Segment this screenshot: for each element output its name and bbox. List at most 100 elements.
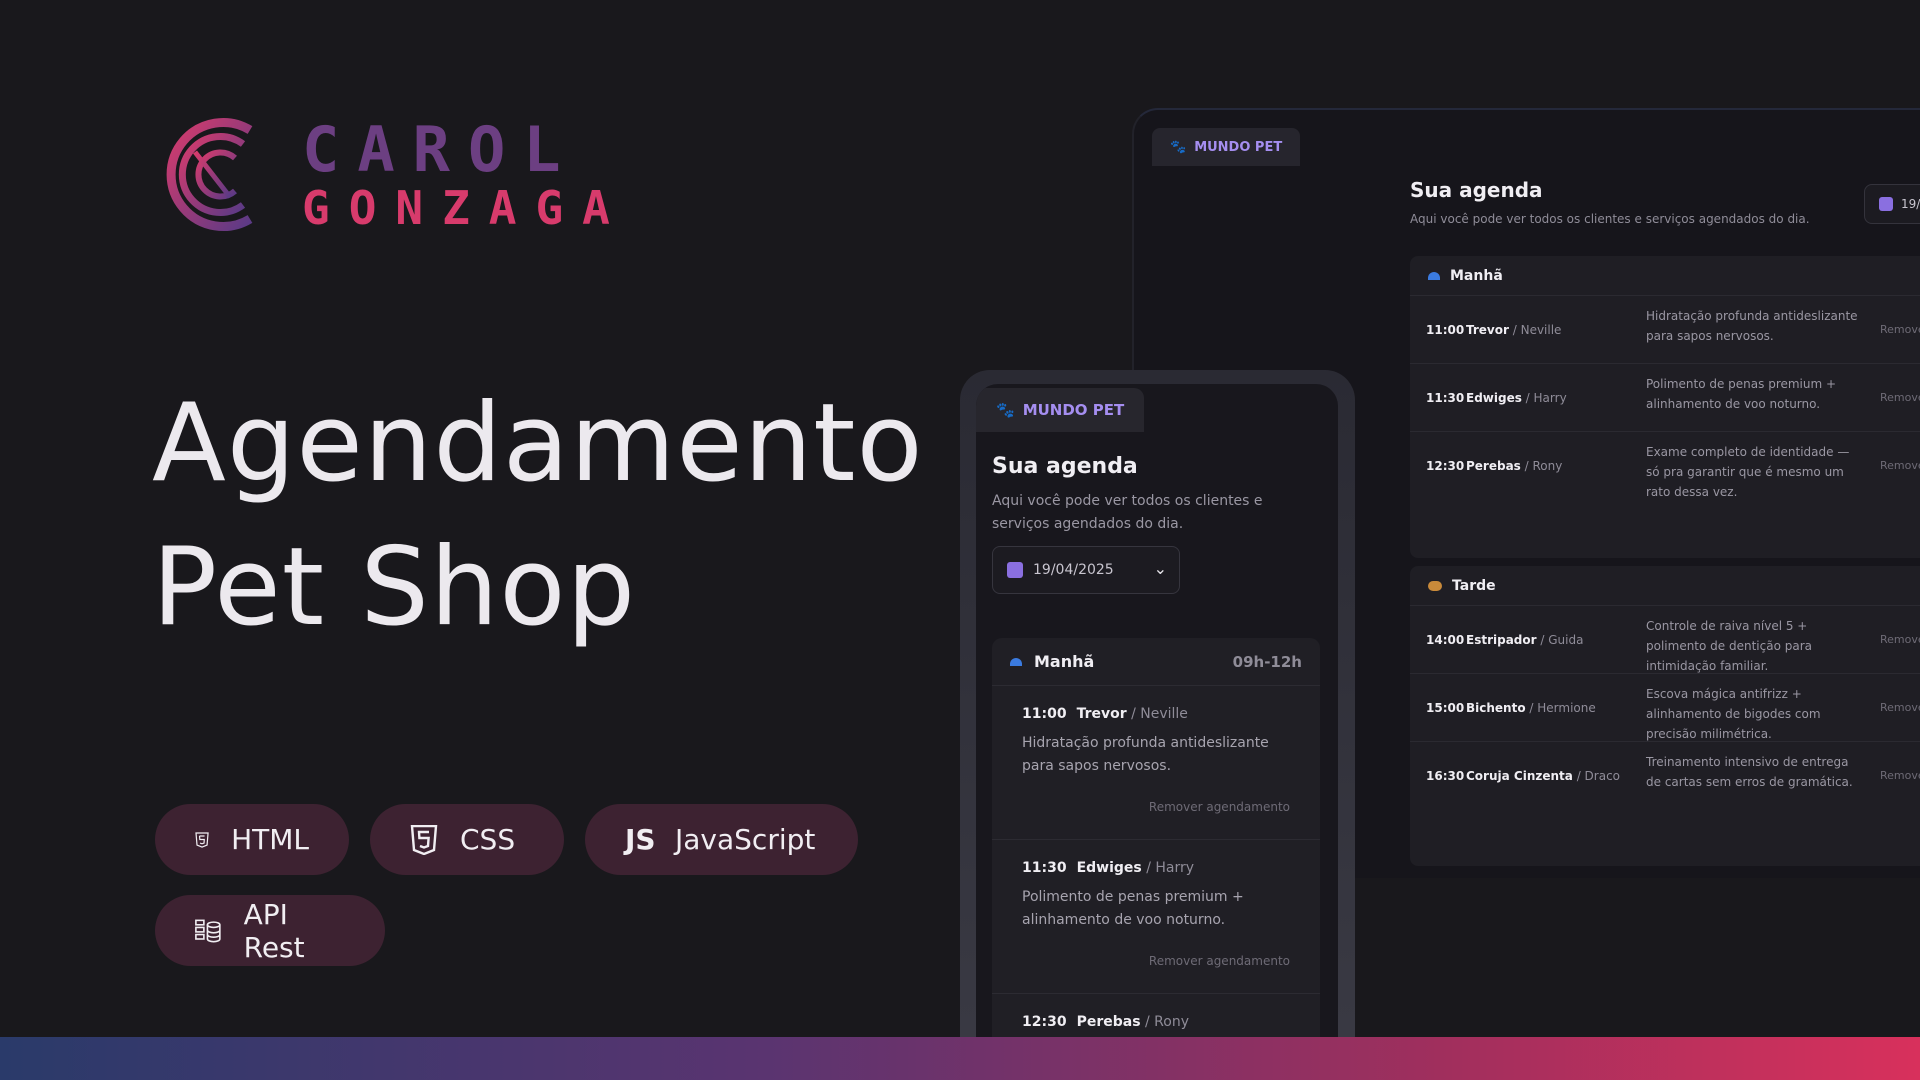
appointment-client: Coruja Cinzenta / Draco <box>1466 769 1620 783</box>
appointment-client: Perebas / Rony <box>1466 459 1562 473</box>
bottom-gradient-bar <box>0 1037 1920 1080</box>
agenda-title: Sua agenda <box>1410 178 1543 202</box>
appointment-client: Estripador / Guida <box>1466 633 1583 647</box>
appointment-row: 11:00 Trevor / Neville Hidratação profunda… <box>1410 296 1920 364</box>
brand-logo: CAROL GONZAGA <box>155 112 629 237</box>
appointment-row: 11:30 Edwiges / Harry Polimento de penas p… <box>992 840 1320 994</box>
js-icon: JS <box>625 823 656 856</box>
appointment-time: 11:30 <box>1022 860 1067 876</box>
appointment-row: 12:30 Perebas / Rony Exame completo de ide… <box>1410 432 1920 500</box>
remove-appointment-link[interactable]: Remover <box>1880 459 1920 472</box>
remove-appointment-link[interactable]: Remover <box>1880 633 1920 646</box>
owner-name: / Harry <box>1141 860 1195 876</box>
remove-appointment-link[interactable]: Remover <box>1880 323 1920 336</box>
morning-section: Manhã 09h-12h 11:00 Trevor / Neville Hidra… <box>992 638 1320 1038</box>
agenda-title: Sua agenda <box>992 454 1138 479</box>
tech-label: JavaScript <box>675 823 816 856</box>
tech-pill-api-rest: API Rest <box>155 895 385 966</box>
date-picker[interactable]: 19/04/2025 ⌄ <box>992 546 1180 594</box>
app-brand-badge: 🐾 MUNDO PET <box>1152 128 1301 166</box>
appointment-service: Exame completo de identidade — só pra ga… <box>1646 445 1850 499</box>
appointment-time: 14:00 <box>1426 633 1465 647</box>
appointment-service: Polimento de penas premium + alinhamento… <box>1646 377 1837 411</box>
chevron-down-icon: ⌄ <box>1153 559 1167 578</box>
sunrise-icon <box>1428 271 1440 280</box>
appointment-row: 11:00 Trevor / Neville Hidratação profunda… <box>992 686 1320 840</box>
afternoon-section: Tarde 14:00 Estripador / Guida Controle de… <box>1410 566 1920 866</box>
brand-label: MUNDO PET <box>1194 139 1283 155</box>
appointment-client: Bichento / Hermione <box>1466 701 1596 715</box>
morning-header: Manhã 09h-12h <box>992 638 1320 686</box>
owner-name: / Rony <box>1140 1014 1189 1030</box>
calendar-icon <box>1879 197 1893 211</box>
cloud-sun-icon <box>1428 580 1442 591</box>
tech-label: HTML <box>231 823 309 856</box>
pet-name: Edwiges <box>1466 391 1522 405</box>
appointment-client: 12:30 Perebas / Rony <box>1022 1014 1290 1030</box>
paw-icon: 🐾 <box>996 401 1015 419</box>
appointment-client: Edwiges / Harry <box>1466 391 1567 405</box>
remove-appointment-link[interactable]: Remover agendamento <box>1149 954 1290 968</box>
owner-name: / Draco <box>1572 769 1621 783</box>
appointment-time: 11:00 <box>1022 706 1067 722</box>
app-brand-badge: 🐾 MUNDO PET <box>976 388 1145 432</box>
sunrise-icon <box>1010 657 1022 666</box>
tech-pill-css: CSS <box>370 804 564 875</box>
owner-name: / Guida <box>1536 633 1584 647</box>
page-title: Agendamento Pet Shop <box>152 372 924 660</box>
appointment-service: Hidratação profunda antideslizante para … <box>1646 309 1858 343</box>
morning-header: Manhã <box>1410 256 1920 296</box>
appointment-row: 12:30 Perebas / Rony <box>992 994 1320 1038</box>
owner-name: / Hermione <box>1525 701 1596 715</box>
appointment-row: 14:00 Estripador / Guida Controle de raiva… <box>1410 606 1920 674</box>
appointment-time: 16:30 <box>1426 769 1465 783</box>
appointment-client: Trevor / Neville <box>1466 323 1561 337</box>
pet-name: Trevor <box>1076 706 1127 722</box>
appointment-row: 11:30 Edwiges / Harry Polimento de penas p… <box>1410 364 1920 432</box>
appointment-service: Polimento de penas premium + alinhamento… <box>1022 889 1244 928</box>
agenda-subtitle: Aqui você pode ver todos os clientes e s… <box>992 493 1263 532</box>
pet-name: Trevor <box>1466 323 1509 337</box>
appointment-service: Escova mágica antifrizz + alinhamento de… <box>1646 687 1821 741</box>
appointment-time: 11:00 <box>1426 323 1465 337</box>
remove-appointment-link[interactable]: Remover <box>1880 701 1920 714</box>
agenda-subtitle: Aqui você pode ver todos os clientes e s… <box>1410 212 1810 226</box>
date-value: 19/04/2025 <box>1033 562 1114 578</box>
morning-section: Manhã 11:00 Trevor / Neville Hidratação pr… <box>1410 256 1920 558</box>
tech-pill-javascript: JS JavaScript <box>585 804 858 875</box>
appointment-row: 16:30 Coruja Cinzenta / Draco Treinamento … <box>1410 742 1920 810</box>
calendar-icon <box>1007 562 1023 578</box>
database-icon <box>195 919 221 942</box>
appointment-client: 11:30 Edwiges / Harry <box>1022 860 1290 876</box>
tech-label: CSS <box>460 823 516 856</box>
appointment-time: 12:30 <box>1426 459 1465 473</box>
afternoon-header: Tarde <box>1410 566 1920 606</box>
pet-name: Coruja Cinzenta <box>1466 769 1573 783</box>
appointment-time: 11:30 <box>1426 391 1465 405</box>
html5-icon <box>195 831 209 848</box>
pet-name: Bichento <box>1466 701 1526 715</box>
owner-name: / Neville <box>1508 323 1562 337</box>
paw-icon: 🐾 <box>1170 139 1187 155</box>
owner-name: / Rony <box>1520 459 1563 473</box>
appointment-service: Treinamento intensivo de entrega de cart… <box>1646 755 1853 789</box>
mobile-preview: 🐾 MUNDO PET Sua agenda Aqui você pode ve… <box>976 384 1338 1038</box>
remove-appointment-link[interactable]: Remover <box>1880 391 1920 404</box>
brand-label: MUNDO PET <box>1022 401 1125 419</box>
remove-appointment-link[interactable]: Remover <box>1880 769 1920 782</box>
tech-label: API Rest <box>243 897 305 964</box>
logo-mark-icon <box>166 118 253 231</box>
appointment-time: 12:30 <box>1022 1014 1067 1030</box>
date-value: 19/0 <box>1901 197 1920 211</box>
owner-name: / Harry <box>1521 391 1567 405</box>
date-picker[interactable]: 19/0 <box>1864 184 1920 224</box>
pet-name: Perebas <box>1076 1014 1141 1030</box>
pet-name: Perebas <box>1466 459 1521 473</box>
appointment-client: 11:00 Trevor / Neville <box>1022 706 1290 722</box>
logo-text-gonzaga: GONZAGA <box>302 180 629 235</box>
appointment-service: Controle de raiva nível 5 + polimento de… <box>1646 619 1812 673</box>
owner-name: / Neville <box>1126 706 1188 722</box>
appointment-service: Hidratação profunda antideslizante para … <box>1022 735 1269 774</box>
remove-appointment-link[interactable]: Remover agendamento <box>1149 800 1290 814</box>
period-hours: 09h-12h <box>1232 652 1302 671</box>
